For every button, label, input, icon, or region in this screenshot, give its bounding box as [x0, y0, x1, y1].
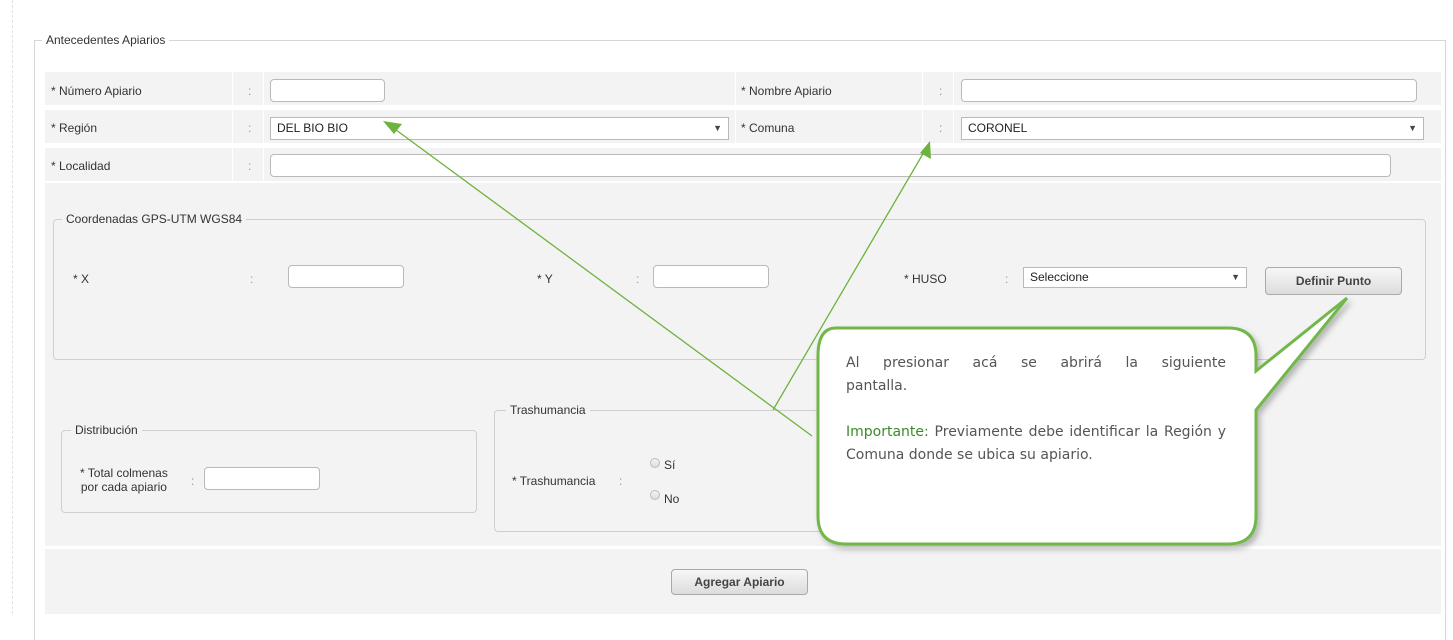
- callout-important-label: Importante:: [846, 424, 929, 440]
- callout-important: Importante: Previamente debe identificar…: [846, 421, 1226, 467]
- callout-text: Al presionar acá se abrirá la siguiente …: [846, 352, 1226, 467]
- callout-line1: Al presionar acá se abrirá la siguiente: [846, 355, 1226, 371]
- arrow-line-region: [391, 126, 813, 437]
- callout-line2: pantalla.: [846, 378, 908, 394]
- annotation-overlay: [383, 121, 1349, 546]
